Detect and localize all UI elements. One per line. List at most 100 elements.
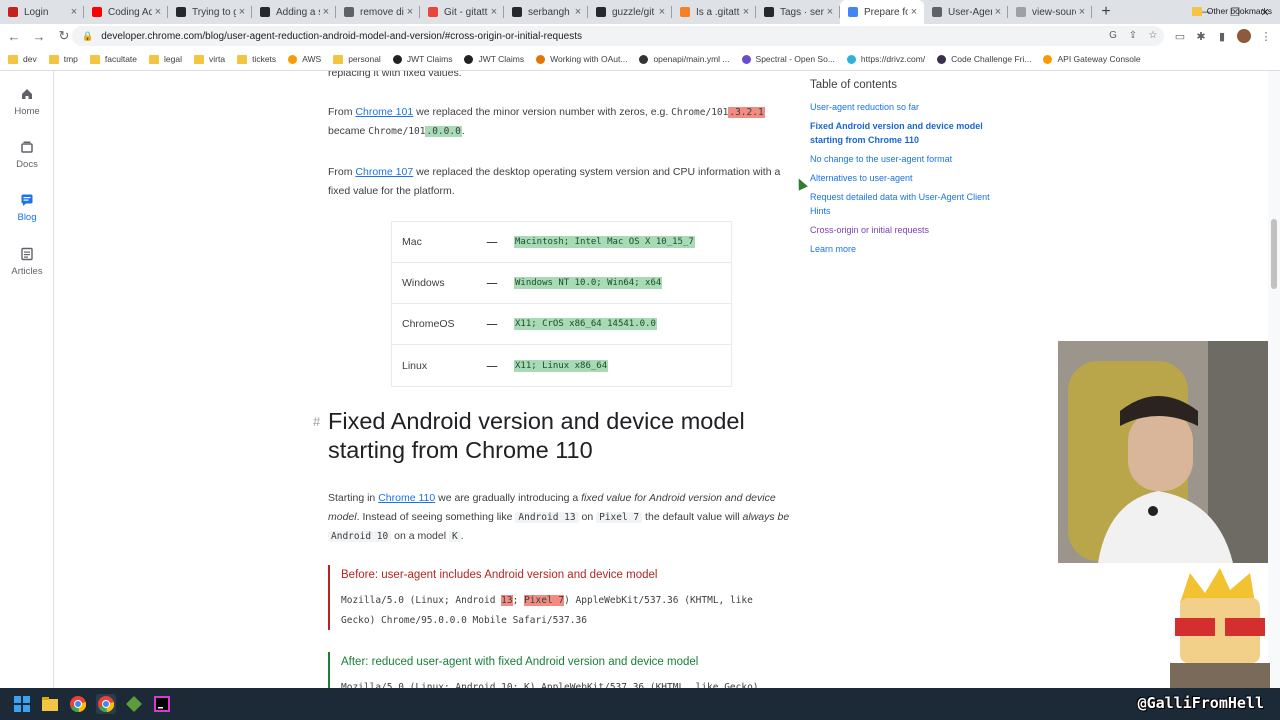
side-panel-icon[interactable]: ▮: [1212, 26, 1232, 46]
folder-icon: [89, 54, 100, 64]
browser-tab[interactable]: view-sourc ×: [1008, 0, 1092, 24]
site-favicon-icon: [536, 54, 546, 64]
highlight-added: .0.0.0: [425, 126, 462, 137]
share-icon[interactable]: ⇪: [1126, 28, 1140, 42]
site-favicon-icon: [937, 54, 947, 64]
bookmark-folder[interactable]: facultate: [89, 54, 137, 64]
tab-label: User-Agen: [948, 6, 992, 18]
new-tab-button[interactable]: +: [1092, 0, 1120, 24]
site-favicon-icon: [288, 54, 298, 64]
paragraph-chrome-107: From Chrome 107 we replaced the desktop …: [328, 166, 781, 197]
bookmark-star-icon[interactable]: ☆: [1146, 28, 1160, 42]
heading-anchor-link[interactable]: #: [313, 414, 320, 429]
other-bookmarks[interactable]: Other bookmarks: [1191, 6, 1272, 16]
bookmark-item[interactable]: Working with OAut...: [536, 54, 627, 64]
browser-tab[interactable]: Adding a s ×: [252, 0, 336, 24]
tab-label: remove dir: [360, 6, 404, 18]
folder-icon: [149, 54, 160, 64]
bookmark-item[interactable]: AWS: [288, 54, 321, 64]
tab-favicon-icon: [1016, 7, 1026, 17]
browser-tab[interactable]: serbangh ×: [504, 0, 588, 24]
tab-close-icon[interactable]: ×: [236, 6, 248, 18]
articles-icon: [21, 247, 33, 261]
google-lens-icon[interactable]: G: [1106, 28, 1120, 42]
toc-item[interactable]: Cross-origin or initial requests: [810, 223, 990, 237]
tab-close-icon[interactable]: ×: [908, 6, 920, 18]
ide-icon[interactable]: [152, 694, 172, 714]
address-bar[interactable]: 🔒 developer.chrome.com/blog/user-agent-r…: [72, 26, 1164, 46]
rail-item-blog[interactable]: Blog: [0, 193, 54, 223]
tab-close-icon[interactable]: ×: [572, 6, 584, 18]
chrome-101-link[interactable]: Chrome 101: [355, 106, 413, 118]
browser-tab[interactable]: Coding Adv×: [84, 0, 168, 24]
bookmark-item[interactable]: API Gateway Console: [1043, 54, 1141, 64]
toc-item[interactable]: Request detailed data with User-Agent Cl…: [810, 190, 990, 218]
chrome-107-link[interactable]: Chrome 107: [355, 166, 413, 178]
tab-close-icon[interactable]: ×: [740, 6, 752, 18]
file-explorer-icon[interactable]: [40, 694, 60, 714]
tab-close-icon[interactable]: ×: [824, 6, 836, 18]
toc-item-current[interactable]: Fixed Android version and device model s…: [810, 119, 990, 147]
toc-item[interactable]: Learn more: [810, 242, 990, 256]
paragraph-chrome-101: From Chrome 101 we replaced the minor ve…: [328, 106, 765, 137]
tab-close-icon[interactable]: ×: [992, 6, 1004, 18]
browser-tab[interactable]: Prepare fo ×: [840, 0, 924, 24]
tab-favicon-icon: [512, 7, 522, 17]
bookmark-item[interactable]: Spectral - Open So...: [741, 54, 835, 64]
browser-tab[interactable]: Is a .gitattr ×: [672, 0, 756, 24]
profile-avatar[interactable]: [1234, 26, 1254, 46]
menu-kebab-icon[interactable]: ⋮: [1256, 26, 1276, 46]
toc-item[interactable]: User-agent reduction so far: [810, 100, 990, 114]
rail-item-home[interactable]: Home: [0, 87, 54, 117]
browser-tab[interactable]: remove dir ×: [336, 0, 420, 24]
browser-tab[interactable]: Tags · serb×: [756, 0, 840, 24]
tab-close-icon[interactable]: ×: [1076, 6, 1088, 18]
bookmark-folder[interactable]: virta: [194, 54, 225, 64]
tab-label: Coding Adv: [108, 6, 152, 18]
bookmark-folder[interactable]: tickets: [237, 54, 276, 64]
windows-start-icon[interactable]: [12, 694, 32, 714]
url-text: developer.chrome.com/blog/user-agent-red…: [101, 30, 582, 42]
forward-icon[interactable]: →: [28, 25, 50, 47]
tab-close-icon[interactable]: ×: [68, 6, 80, 18]
bookmark-item[interactable]: Code Challenge Fri...: [937, 54, 1031, 64]
bookmark-item[interactable]: openapi/main.yml ...: [639, 54, 730, 64]
extensions-icon[interactable]: ✱: [1191, 26, 1211, 46]
scrollbar-thumb[interactable]: [1271, 219, 1277, 289]
tab-close-icon[interactable]: ×: [488, 6, 500, 18]
table-row: Linux — X11; Linux x86_64: [402, 359, 609, 372]
back-icon[interactable]: ←: [3, 25, 25, 47]
table-row: ChromeOS — X11; CrOS x86_64 14541.0.0: [392, 304, 731, 345]
browser-tab[interactable]: Trying to g ×: [168, 0, 252, 24]
tab-close-icon[interactable]: ×: [320, 6, 332, 18]
bookmark-item[interactable]: https://drivz.com/: [846, 54, 925, 64]
chrome-110-link[interactable]: Chrome 110: [378, 492, 435, 504]
browser-toolbar: ← → ↻ 🔒 developer.chrome.com/blog/user-a…: [0, 24, 1280, 48]
rail-item-articles[interactable]: Articles: [0, 247, 54, 277]
tab-label: Prepare fo: [864, 6, 908, 18]
git-client-icon[interactable]: [124, 694, 144, 714]
tab-label: Git - gitatt: [444, 6, 488, 18]
bookmark-folder[interactable]: legal: [149, 54, 182, 64]
browser-tab[interactable]: Git - gitatt ×: [420, 0, 504, 24]
browser-tab[interactable]: Login ×: [0, 0, 84, 24]
toc-item[interactable]: Alternatives to user-agent: [810, 171, 990, 185]
tab-close-icon[interactable]: ×: [152, 6, 164, 18]
bookmark-item[interactable]: JWT Claims: [392, 54, 452, 64]
chrome-active-icon[interactable]: [96, 694, 116, 714]
chrome-icon[interactable]: [68, 694, 88, 714]
browser-tab[interactable]: User-Agen ×: [924, 0, 1008, 24]
bookmark-item[interactable]: JWT Claims: [464, 54, 524, 64]
bookmark-folder[interactable]: dev: [8, 54, 37, 64]
browser-tab[interactable]: guzzle/git ×: [588, 0, 672, 24]
toc-item[interactable]: No change to the user-agent format: [810, 152, 990, 166]
rail-item-docs[interactable]: Docs: [0, 140, 54, 170]
tab-label: Login: [24, 6, 49, 18]
bookmark-folder[interactable]: personal: [333, 54, 381, 64]
tab-label: Adding a s: [276, 6, 320, 18]
bookmark-folder[interactable]: tmp: [48, 54, 78, 64]
cast-icon[interactable]: ▭: [1170, 26, 1190, 46]
paragraph-chrome-110: Starting in Chrome 110 we are gradually …: [328, 492, 790, 542]
tab-close-icon[interactable]: ×: [404, 6, 416, 18]
tab-close-icon[interactable]: ×: [656, 6, 668, 18]
